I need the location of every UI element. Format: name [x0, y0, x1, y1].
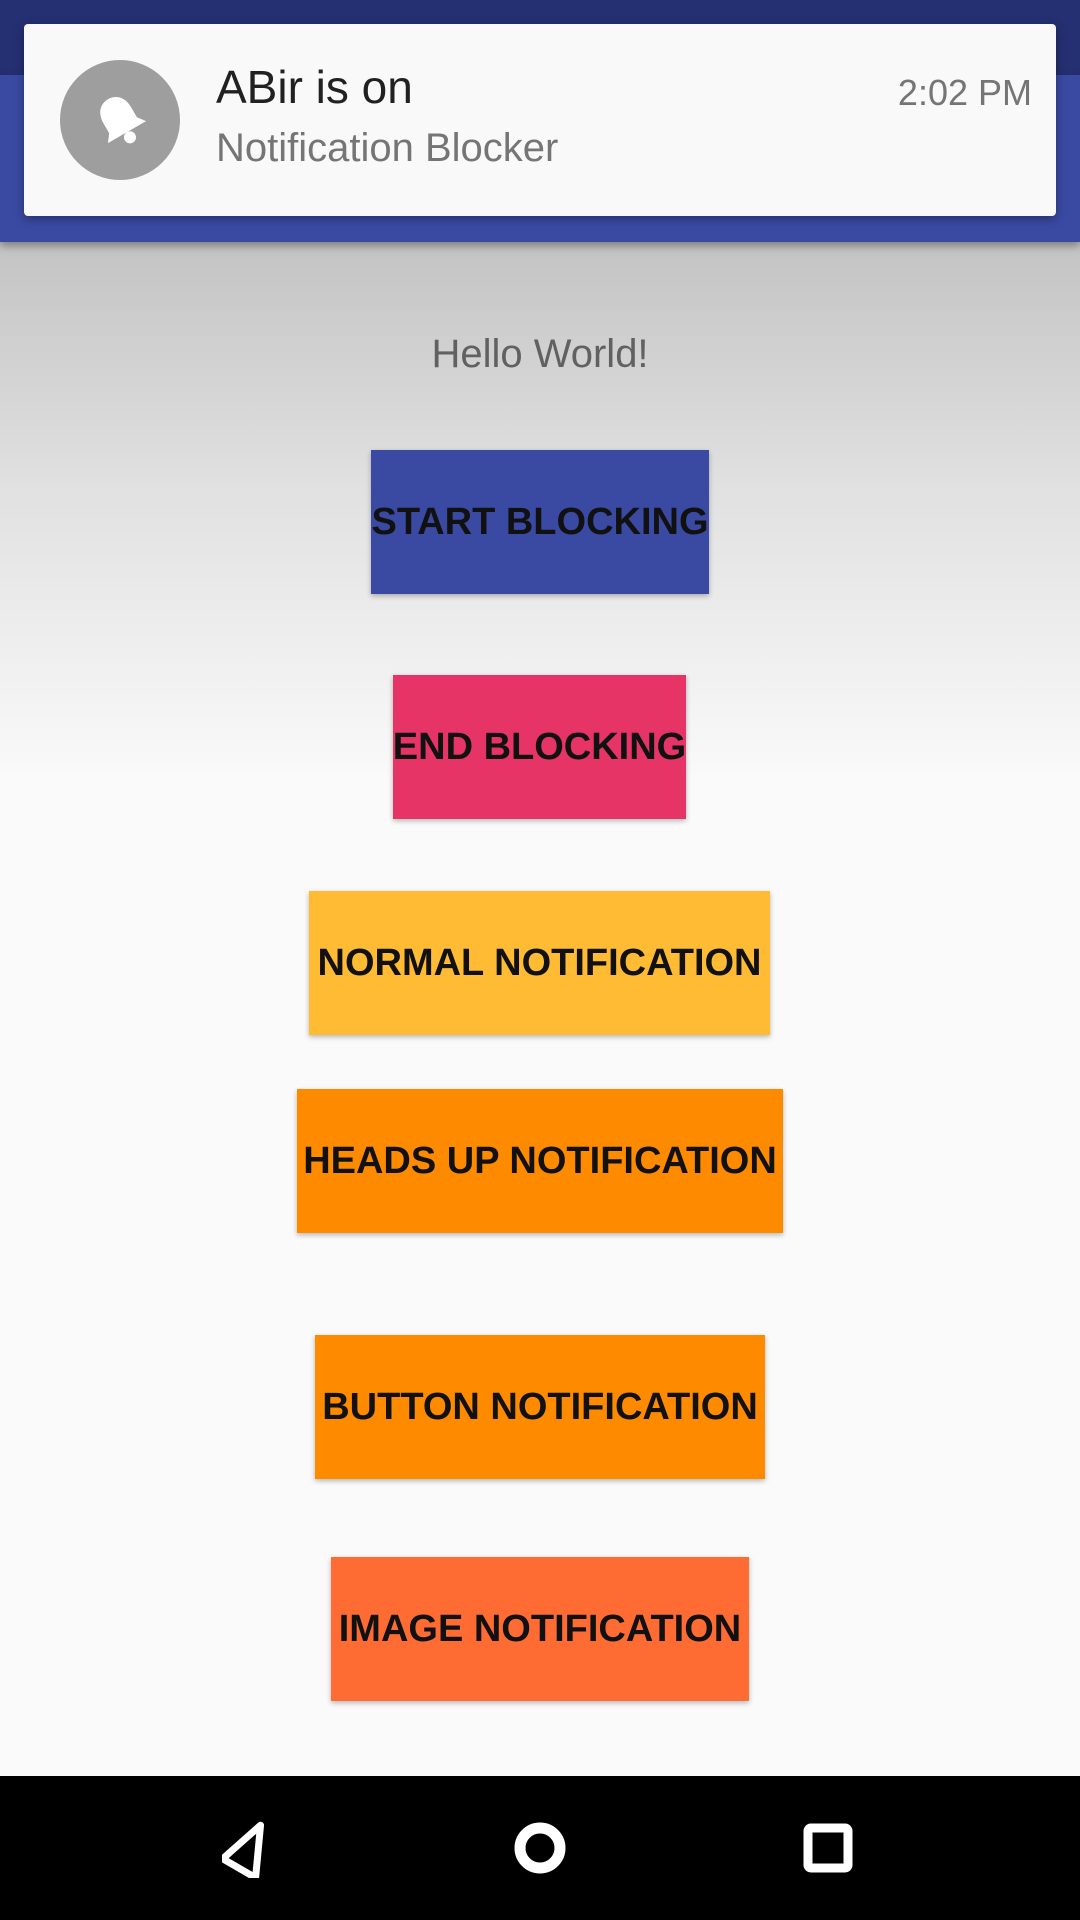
- notification-title: ABir is on: [216, 61, 413, 113]
- normal-notification-button[interactable]: NORMAL NOTIFICATION: [309, 891, 770, 1035]
- back-icon: [222, 1821, 265, 1878]
- bell-icon: [100, 97, 147, 144]
- hello-text: Hello World!: [431, 332, 649, 376]
- home-icon: [514, 1822, 566, 1874]
- image-notification-button[interactable]: IMAGE NOTIFICATION: [331, 1557, 749, 1701]
- nav-recents-button[interactable]: [738, 1776, 918, 1920]
- nav-home-button[interactable]: [450, 1776, 630, 1920]
- recents-icon: [803, 1823, 853, 1873]
- notification-time: 2:02 PM: [897, 72, 1032, 113]
- navigation-bar: [0, 1776, 1080, 1920]
- end-blocking-button[interactable]: END BLOCKING: [393, 675, 686, 819]
- nav-back-button[interactable]: [162, 1776, 342, 1920]
- button-notification-button[interactable]: BUTTON NOTIFICATION: [315, 1335, 765, 1479]
- start-blocking-button[interactable]: START BLOCKING: [371, 450, 709, 594]
- heads-up-notification[interactable]: ABir is on Notification Blocker 2:02 PM: [24, 24, 1056, 216]
- notification-app-icon: [60, 60, 180, 180]
- heads-up-notification-button[interactable]: HEADS UP NOTIFICATION: [297, 1089, 783, 1233]
- notification-text: Notification Blocker: [216, 126, 559, 170]
